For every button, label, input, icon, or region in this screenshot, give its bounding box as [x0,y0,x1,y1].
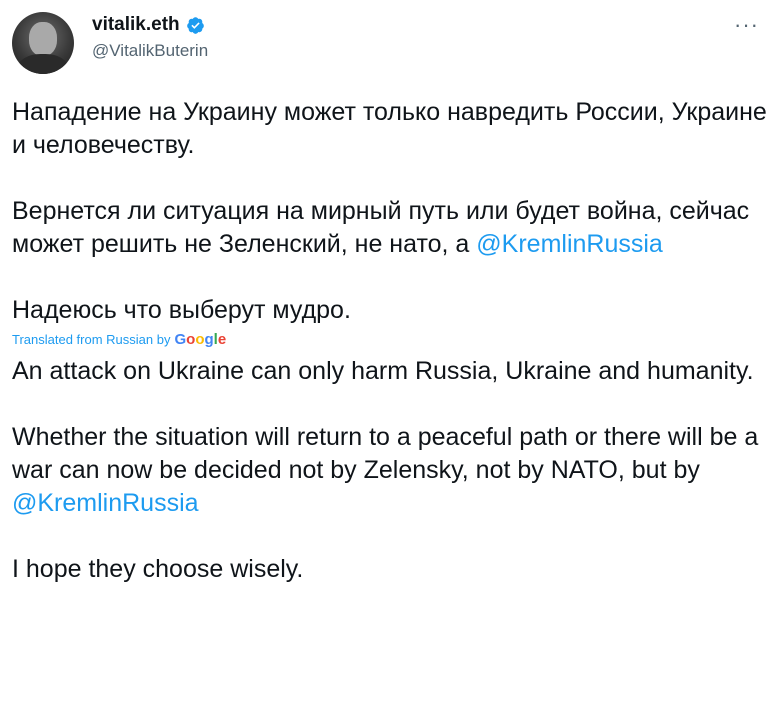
tweet-header: vitalik.eth @VitalikButerin ··· [12,12,769,74]
translation-attribution[interactable]: Translated from Russian by Google [12,331,772,349]
mention-link[interactable]: @KremlinRussia [12,489,199,517]
translated-paragraph-2-text: Whether the situation will return to a p… [12,423,759,484]
translated-paragraph-2: Whether the situation will return to a p… [12,421,772,520]
avatar-shirt [18,54,68,74]
translated-paragraph-3: I hope they choose wisely. [12,555,304,583]
tweet-body: Нападение на Украину может только навред… [12,96,772,586]
google-logo: Google [174,331,227,348]
original-paragraph-1: Нападение на Украину может только навред… [12,98,767,159]
more-options-icon[interactable]: ··· [734,14,759,36]
tweet-card: vitalik.eth @VitalikButerin ··· Нападени… [0,0,781,728]
mention-link[interactable]: @KremlinRussia [476,230,663,258]
original-paragraph-3: Надеюсь что выберут мудро. [12,296,351,324]
original-paragraph-2: Вернется ли ситуация на мирный путь или … [12,195,772,261]
translated-text: An attack on Ukraine can only harm Russi… [12,355,772,586]
handle[interactable]: @VitalikButerin [92,41,208,61]
avatar[interactable] [12,12,74,74]
name-row: vitalik.eth [92,14,208,36]
avatar-face [29,22,57,56]
author-names: vitalik.eth @VitalikButerin [92,14,208,61]
translated-paragraph-1: An attack on Ukraine can only harm Russi… [12,357,754,385]
verified-badge-icon [186,16,204,34]
display-name[interactable]: vitalik.eth [92,14,180,36]
translation-prefix: Translated from Russian by [12,332,171,347]
